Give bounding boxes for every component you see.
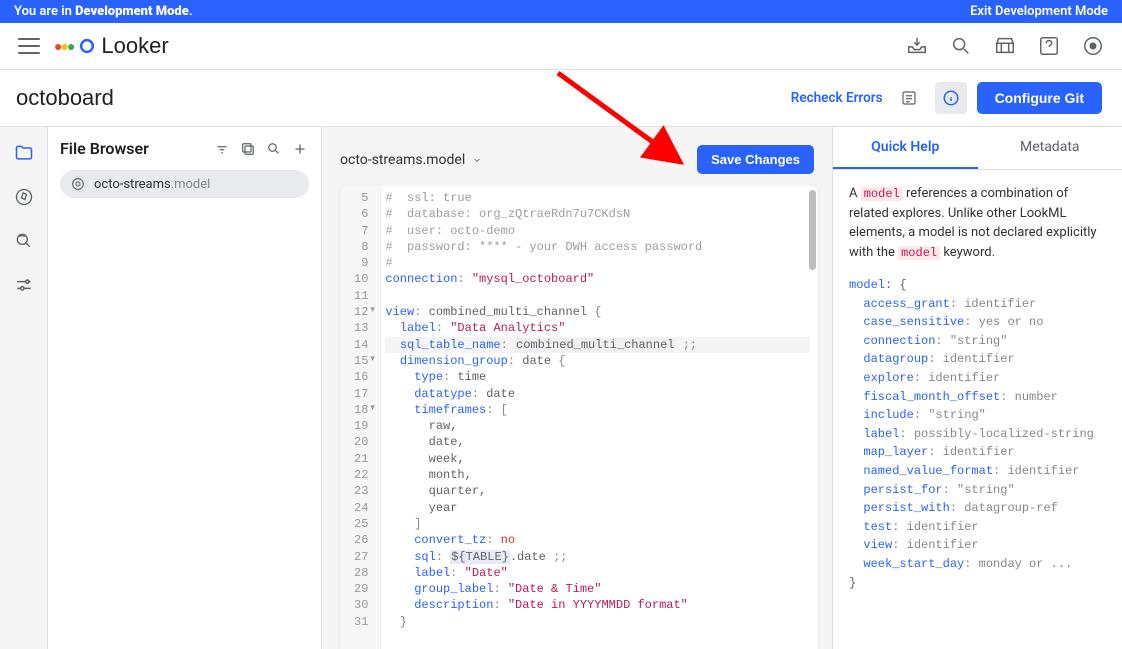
project-header: octoboard Recheck Errors Configure Git <box>0 70 1122 127</box>
panel-tabs: Quick Help Metadata <box>833 127 1122 170</box>
right-panel: Quick Help Metadata A model references a… <box>832 127 1122 649</box>
marketplace-icon[interactable] <box>994 35 1016 57</box>
code-editor[interactable]: 5678910111213141516171819202122232425262… <box>340 186 818 649</box>
dev-mode-text: You are in Development Mode. <box>14 4 193 19</box>
add-file-icon[interactable] <box>291 140 309 158</box>
chevron-down-icon <box>471 154 483 166</box>
help-body: A model references a combination of rela… <box>833 170 1122 606</box>
file-item-name: octo-streams.model <box>94 177 210 192</box>
file-browser-title: File Browser <box>60 139 149 158</box>
hamburger-menu-icon[interactable] <box>18 38 40 54</box>
tab-quick-help[interactable]: Quick Help <box>833 127 978 169</box>
account-icon[interactable] <box>1082 35 1104 57</box>
dev-mode-banner: You are in Development Mode. Exit Develo… <box>0 0 1122 23</box>
save-changes-button[interactable]: Save Changes <box>697 145 814 174</box>
logo-circle-icon <box>77 36 97 56</box>
logo-text: Looker <box>101 33 168 59</box>
info-icon[interactable] <box>935 82 967 114</box>
tab-metadata[interactable]: Metadata <box>978 127 1122 169</box>
copy-icon[interactable] <box>239 140 257 158</box>
help-icon[interactable] <box>1038 35 1060 57</box>
help-intro: A model references a combination of rela… <box>849 184 1106 262</box>
refresh-search-icon[interactable] <box>4 221 44 261</box>
folder-icon[interactable] <box>4 133 44 173</box>
target-icon <box>70 176 86 192</box>
file-tab-label: octo-streams.model <box>340 152 465 168</box>
file-item-octo-streams[interactable]: octo-streams.model <box>60 170 309 198</box>
project-title: octoboard <box>16 85 114 111</box>
sort-icon[interactable] <box>213 140 231 158</box>
code-content[interactable]: # ssl: true# database: org_zQtraeRdn7u7C… <box>381 186 818 649</box>
search-files-icon[interactable] <box>265 140 283 158</box>
inbox-icon[interactable] <box>906 35 928 57</box>
editor-panel: octo-streams.model Save Changes 56789101… <box>322 127 832 649</box>
settings-sliders-icon[interactable] <box>4 265 44 305</box>
looker-logo[interactable]: ●●● Looker <box>54 33 169 59</box>
exit-dev-mode-link[interactable]: Exit Development Mode <box>970 4 1108 19</box>
compass-icon[interactable] <box>4 177 44 217</box>
gutter: 5678910111213141516171819202122232425262… <box>340 186 381 649</box>
main-area: File Browser octo-streams.model octo-str… <box>0 127 1122 649</box>
logo-dots-icon: ●●● <box>54 38 73 55</box>
sidebar-icons <box>0 127 48 649</box>
validation-results-icon[interactable] <box>893 82 925 114</box>
search-icon[interactable] <box>950 35 972 57</box>
help-schema: model: { access_grant: identifier case_s… <box>849 276 1106 592</box>
scrollbar-thumb[interactable] <box>809 190 816 270</box>
top-nav: ●●● Looker <box>0 23 1122 70</box>
file-tab[interactable]: octo-streams.model <box>340 152 483 168</box>
configure-git-button[interactable]: Configure Git <box>977 82 1102 114</box>
file-browser-panel: File Browser octo-streams.model <box>48 127 322 649</box>
recheck-errors-link[interactable]: Recheck Errors <box>791 90 883 106</box>
